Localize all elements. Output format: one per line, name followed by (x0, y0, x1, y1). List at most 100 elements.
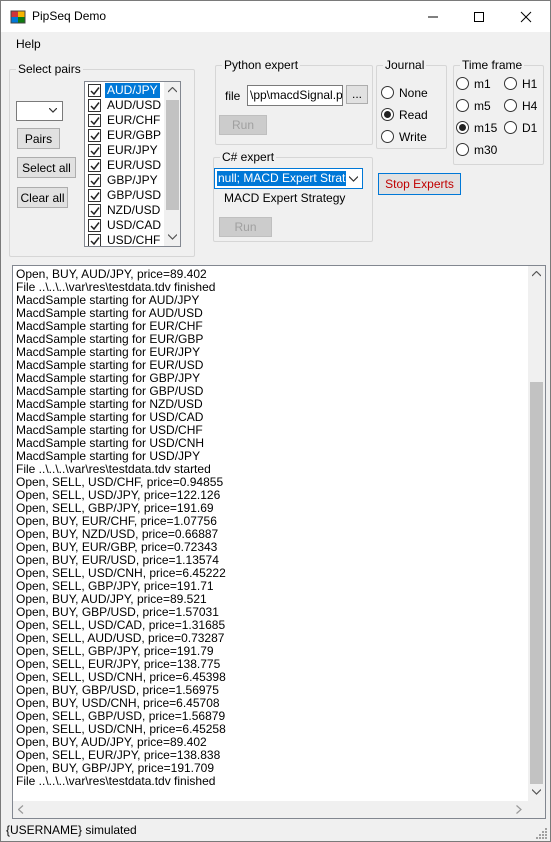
pair-item[interactable]: AUD/JPY (86, 83, 166, 98)
python-run-button[interactable]: Run (219, 115, 267, 135)
pair-item[interactable]: EUR/JPY (86, 143, 166, 158)
log-line: File ..\..\..\var\res\testdata.tdv finis… (16, 774, 216, 788)
window-title: PipSeq Demo (32, 9, 107, 23)
radio-circle[interactable] (381, 86, 394, 99)
pair-label: GBP/JPY (107, 173, 158, 187)
checkmark-icon (90, 87, 100, 96)
scroll-up-button[interactable] (164, 82, 180, 99)
pairs-combo[interactable] (16, 101, 63, 121)
radio-circle[interactable] (504, 99, 517, 112)
pair-label: EUR/JPY (107, 143, 158, 157)
radio-circle[interactable] (456, 99, 469, 112)
chevron-down-icon (532, 789, 541, 795)
pair-checkbox[interactable] (88, 99, 101, 112)
radio-circle[interactable] (381, 130, 394, 143)
title-bar[interactable]: PipSeq Demo (1, 1, 550, 32)
pair-checkbox[interactable] (88, 84, 101, 97)
pair-label: EUR/GBP (107, 128, 162, 142)
app-icon (10, 9, 26, 25)
pair-item[interactable]: GBP/USD (86, 188, 166, 203)
file-label: file (225, 89, 241, 103)
pairs-scrollbar[interactable] (164, 82, 180, 246)
select-pairs-label: Select pairs (16, 62, 83, 76)
chevron-right-icon (516, 805, 522, 814)
pair-item[interactable]: EUR/CHF (86, 113, 166, 128)
pair-checkbox[interactable] (88, 219, 101, 232)
python-file-field[interactable]: \pp\macdSignal.py (247, 85, 343, 106)
app-window: PipSeq Demo Help Select pairs Pairs Sele… (0, 0, 551, 842)
radio-label: Write (399, 130, 427, 144)
radio-label: m30 (474, 143, 498, 157)
log-vertical-scrollbar[interactable] (528, 266, 545, 801)
scroll-down-button[interactable] (164, 229, 180, 246)
timeframe-label: Time frame (460, 58, 525, 72)
log-scroll-left-button[interactable] (13, 801, 30, 818)
pair-item[interactable]: USD/CAD (86, 218, 166, 233)
pair-item[interactable]: NZD/USD (86, 203, 166, 218)
pair-label: EUR/CHF (107, 113, 161, 127)
pair-item[interactable]: AUD/USD (86, 98, 166, 113)
maximize-button[interactable] (456, 1, 502, 32)
csharp-expert-combo[interactable]: null; MACD Expert Strategy (214, 168, 363, 189)
pair-label: USD/CHF (107, 233, 161, 247)
checkmark-icon (90, 102, 100, 111)
chevron-left-icon (18, 805, 24, 814)
pair-checkbox[interactable] (88, 129, 101, 142)
log-scroll-down-button[interactable] (528, 784, 545, 801)
pair-checkbox[interactable] (88, 174, 101, 187)
minimize-button[interactable] (410, 1, 456, 32)
browse-button[interactable]: ... (346, 85, 368, 104)
pairs-checklist[interactable]: AUD/JPY AUD/USD EUR/CHF EUR/GBP EUR/JPY EUR/U… (84, 81, 181, 247)
log-scroll-up-button[interactable] (528, 266, 545, 283)
pairs-button[interactable]: Pairs (17, 128, 60, 149)
select-all-button[interactable]: Select all (17, 157, 76, 178)
checkmark-icon (90, 222, 100, 231)
radio-circle[interactable] (381, 108, 394, 121)
radio-label: m1 (474, 77, 491, 91)
pair-label: EUR/USD (107, 158, 162, 172)
pair-item[interactable]: GBP/JPY (86, 173, 166, 188)
pair-item[interactable]: EUR/GBP (86, 128, 166, 143)
checkmark-icon (90, 117, 100, 126)
status-text: {USERNAME} simulated (6, 823, 137, 837)
log-output[interactable]: Open, BUY, AUD/JPY, price=89.402 File ..\… (12, 265, 546, 819)
pair-checkbox[interactable] (88, 234, 101, 246)
log-lines: Open, BUY, AUD/JPY, price=89.402 File ..\… (16, 268, 521, 788)
close-button[interactable] (503, 1, 549, 32)
radio-circle[interactable] (504, 77, 517, 90)
csharp-run-button[interactable]: Run (219, 217, 272, 237)
radio-circle[interactable] (456, 77, 469, 90)
log-scroll-thumb[interactable] (530, 382, 543, 784)
radio-circle[interactable] (504, 121, 517, 134)
pair-label: GBP/USD (107, 188, 162, 202)
radio-circle[interactable] (456, 121, 469, 134)
log-horizontal-scrollbar[interactable] (13, 801, 528, 818)
csharp-expert-description: MACD Expert Strategy (224, 191, 346, 205)
pair-checkbox[interactable] (88, 204, 101, 217)
resize-grip-icon[interactable] (536, 827, 548, 839)
pair-label: AUD/USD (107, 98, 162, 112)
pair-checkbox[interactable] (88, 159, 101, 172)
pair-item[interactable]: EUR/USD (86, 158, 166, 173)
checkmark-icon (90, 192, 100, 201)
pair-checkbox[interactable] (88, 189, 101, 202)
radio-label: D1 (522, 121, 538, 135)
pairs-scroll-thumb[interactable] (166, 100, 179, 210)
radio-label: Read (399, 108, 428, 122)
pair-checkbox[interactable] (88, 114, 101, 127)
radio-circle[interactable] (456, 143, 469, 156)
log-scroll-right-button[interactable] (511, 801, 528, 818)
journal-label: Journal (383, 58, 427, 72)
stop-experts-button[interactable]: Stop Experts (378, 173, 461, 195)
clear-all-button[interactable]: Clear all (17, 187, 68, 208)
pair-checkbox[interactable] (88, 144, 101, 157)
checkmark-icon (90, 237, 100, 246)
menu-bar: Help (1, 33, 550, 55)
menu-help[interactable]: Help (16, 37, 41, 51)
radio-label: H4 (522, 99, 538, 113)
pair-item[interactable]: USD/CHF (86, 233, 166, 247)
checkmark-icon (90, 147, 100, 156)
radio-label: m5 (474, 99, 491, 113)
radio-label: None (399, 86, 428, 100)
csharp-expert-label: C# expert (220, 150, 277, 164)
